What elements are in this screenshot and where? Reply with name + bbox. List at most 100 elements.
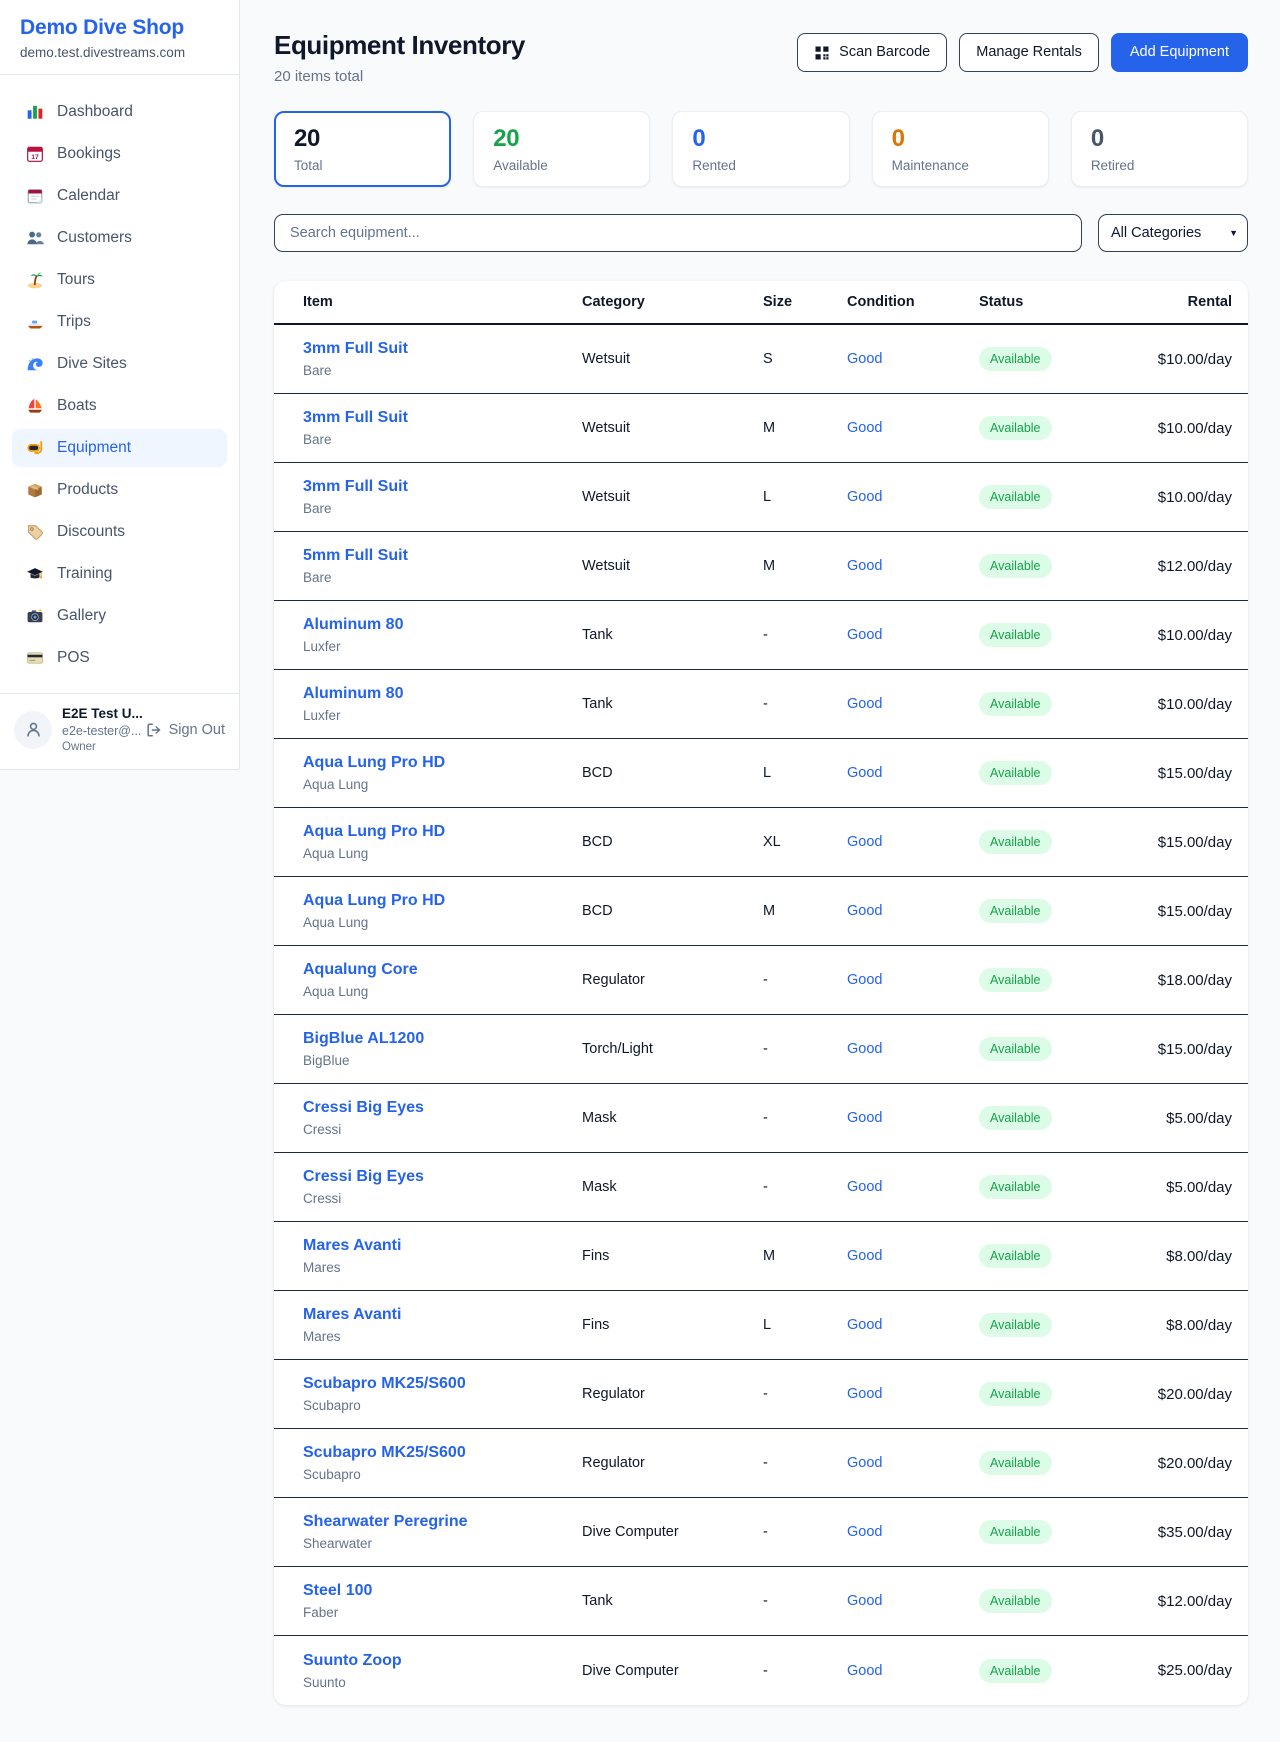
size-cell: - [763, 972, 847, 988]
condition-link[interactable]: Good [847, 1593, 882, 1609]
item-link[interactable]: Suunto Zoop [303, 1652, 582, 1670]
table-row: Aluminum 80 Luxfer Tank - Good Available… [274, 601, 1248, 670]
stat-card[interactable]: 20 Available [473, 111, 650, 187]
category-cell: Regulator [582, 1455, 763, 1471]
condition-link[interactable]: Good [847, 1663, 882, 1679]
item-link[interactable]: 3mm Full Suit [303, 340, 582, 358]
table-row: Aluminum 80 Luxfer Tank - Good Available… [274, 670, 1248, 739]
calendar-date-icon [26, 145, 44, 163]
item-link[interactable]: Mares Avanti [303, 1306, 582, 1324]
sidebar-item[interactable]: Products [12, 471, 227, 509]
condition-cell: Good [847, 971, 979, 989]
item-cell: 3mm Full Suit Bare [303, 340, 582, 378]
item-link[interactable]: Aqua Lung Pro HD [303, 892, 582, 910]
condition-link[interactable]: Good [847, 351, 882, 367]
sidebar-item[interactable]: Bookings [12, 135, 227, 173]
sidebar-item[interactable]: Trips [12, 303, 227, 341]
item-brand: Bare [303, 501, 582, 516]
item-link[interactable]: 5mm Full Suit [303, 547, 582, 565]
item-link[interactable]: Aluminum 80 [303, 616, 582, 634]
item-link[interactable]: Scubapro MK25/S600 [303, 1375, 582, 1393]
condition-link[interactable]: Good [847, 1455, 882, 1471]
table-row: 3mm Full Suit Bare Wetsuit S Good Availa… [274, 325, 1248, 394]
scan-barcode-button[interactable]: Scan Barcode [797, 33, 947, 72]
condition-link[interactable]: Good [847, 1317, 882, 1333]
rental-cell: $18.00/day [1120, 972, 1232, 989]
condition-link[interactable]: Good [847, 765, 882, 781]
sailboat-icon [26, 397, 44, 415]
table-row: Aqua Lung Pro HD Aqua Lung BCD XL Good A… [274, 808, 1248, 877]
sidebar-item[interactable]: POS [12, 639, 227, 677]
item-brand: Suunto [303, 1675, 582, 1690]
condition-link[interactable]: Good [847, 972, 882, 988]
condition-link[interactable]: Good [847, 696, 882, 712]
sign-out-button[interactable]: Sign Out [146, 722, 225, 738]
sidebar-item[interactable]: Customers [12, 219, 227, 257]
category-cell: Wetsuit [582, 558, 763, 574]
item-link[interactable]: Cressi Big Eyes [303, 1168, 582, 1186]
item-link[interactable]: Steel 100 [303, 1582, 582, 1600]
sidebar-item[interactable]: Discounts [12, 513, 227, 551]
condition-link[interactable]: Good [847, 489, 882, 505]
sidebar-item[interactable]: Dive Sites [12, 345, 227, 383]
condition-link[interactable]: Good [847, 903, 882, 919]
size-cell: M [763, 1248, 847, 1264]
size-cell: - [763, 1593, 847, 1609]
rental-cell: $15.00/day [1120, 765, 1232, 782]
sidebar-item[interactable]: Dashboard [12, 93, 227, 131]
condition-cell: Good [847, 1040, 979, 1058]
item-brand: Mares [303, 1260, 582, 1275]
item-link[interactable]: Aluminum 80 [303, 685, 582, 703]
rental-cell: $8.00/day [1120, 1248, 1232, 1265]
sidebar-item[interactable]: Training [12, 555, 227, 593]
item-link[interactable]: Cressi Big Eyes [303, 1099, 582, 1117]
condition-link[interactable]: Good [847, 1524, 882, 1540]
item-link[interactable]: Aqua Lung Pro HD [303, 823, 582, 841]
condition-link[interactable]: Good [847, 1041, 882, 1057]
search-input[interactable] [274, 214, 1082, 252]
item-link[interactable]: 3mm Full Suit [303, 478, 582, 496]
sidebar-item[interactable]: Boats [12, 387, 227, 425]
size-cell: M [763, 903, 847, 919]
item-link[interactable]: 3mm Full Suit [303, 409, 582, 427]
condition-link[interactable]: Good [847, 834, 882, 850]
condition-link[interactable]: Good [847, 420, 882, 436]
sidebar-item-label: Discounts [57, 523, 125, 541]
condition-cell: Good [847, 764, 979, 782]
condition-link[interactable]: Good [847, 1248, 882, 1264]
condition-link[interactable]: Good [847, 1386, 882, 1402]
item-link[interactable]: Scubapro MK25/S600 [303, 1444, 582, 1462]
sidebar-item[interactable]: Gallery [12, 597, 227, 635]
manage-rentals-button[interactable]: Manage Rentals [959, 33, 1099, 72]
item-link[interactable]: Mares Avanti [303, 1237, 582, 1255]
status-cell: Available [979, 416, 1120, 440]
add-equipment-button[interactable]: Add Equipment [1111, 33, 1248, 72]
col-category: Category [582, 294, 763, 310]
stat-card[interactable]: 0 Retired [1071, 111, 1248, 187]
item-brand: Scubapro [303, 1398, 582, 1413]
stat-card[interactable]: 0 Rented [672, 111, 849, 187]
item-link[interactable]: Aqualung Core [303, 961, 582, 979]
stat-card[interactable]: 0 Maintenance [872, 111, 1049, 187]
table-row: Cressi Big Eyes Cressi Mask - Good Avail… [274, 1084, 1248, 1153]
item-brand: Luxfer [303, 639, 582, 654]
sidebar-item[interactable]: Calendar [12, 177, 227, 215]
condition-link[interactable]: Good [847, 1179, 882, 1195]
sidebar-item[interactable]: Equipment [12, 429, 227, 467]
table-row: Scubapro MK25/S600 Scubapro Regulator - … [274, 1429, 1248, 1498]
status-cell: Available [979, 347, 1120, 371]
item-link[interactable]: Shearwater Peregrine [303, 1513, 582, 1531]
condition-link[interactable]: Good [847, 1110, 882, 1126]
stat-card[interactable]: 20 Total [274, 111, 451, 187]
category-filter[interactable]: All Categories [1098, 214, 1248, 252]
sidebar-item[interactable]: Tours [12, 261, 227, 299]
condition-link[interactable]: Good [847, 627, 882, 643]
condition-link[interactable]: Good [847, 558, 882, 574]
item-link[interactable]: Aqua Lung Pro HD [303, 754, 582, 772]
status-badge: Available [979, 830, 1052, 854]
shop-name: Demo Dive Shop [20, 16, 219, 40]
item-link[interactable]: BigBlue AL1200 [303, 1030, 582, 1048]
condition-cell: Good [847, 1316, 979, 1334]
item-brand: Bare [303, 363, 582, 378]
status-cell: Available [979, 1659, 1120, 1683]
